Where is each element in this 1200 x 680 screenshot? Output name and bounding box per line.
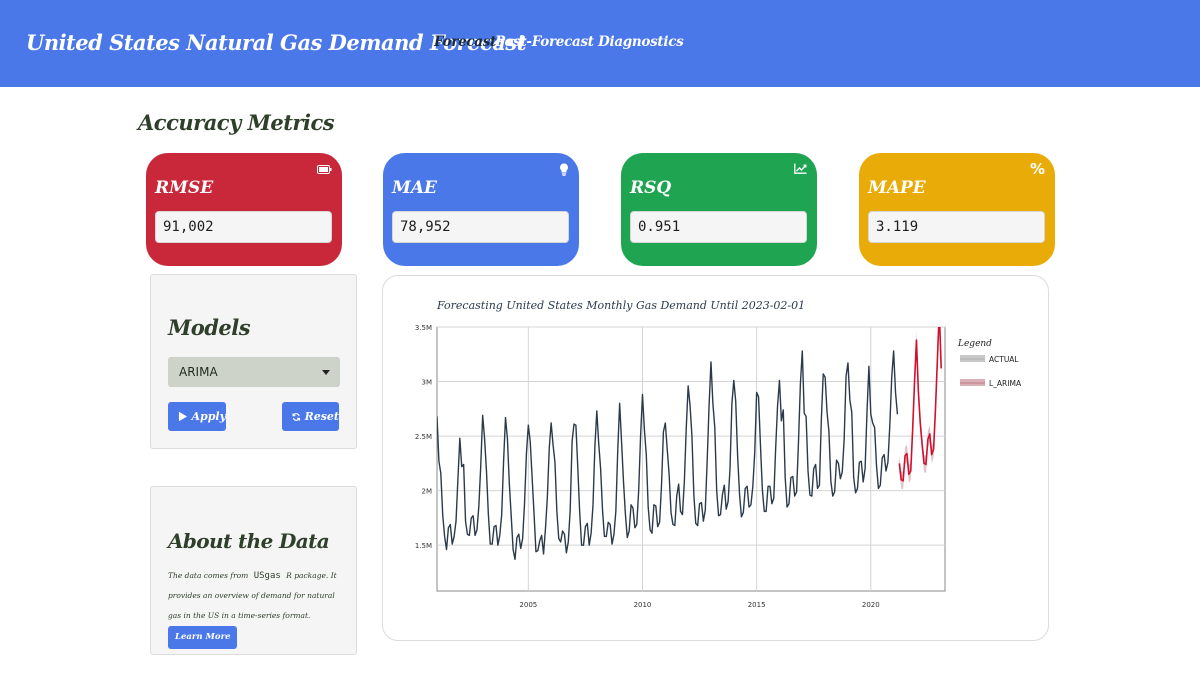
chart-line-icon [794,163,807,178]
percent-icon: % [1029,160,1045,178]
metric-label: MAE [392,178,437,198]
models-heading: Models [168,315,251,340]
apply-button[interactable]: Apply [168,402,226,431]
models-panel: Models ARIMA Apply Reset [150,274,357,449]
legend-title: Legend [957,339,992,349]
y-tick-label: 2.5M [415,433,432,441]
legend-label: L_ARIMA [989,379,1022,388]
package-name: USgas [253,571,281,581]
about-text-before: The data comes from [168,571,249,580]
x-tick-label: 2005 [519,601,537,609]
play-icon [178,411,188,422]
y-tick-label: 3M [422,379,433,387]
apply-button-label: Apply [191,410,227,423]
metric-card-mape: % MAPE 3.119 [859,153,1055,266]
y-tick-label: 3.5M [415,324,432,332]
chevron-down-icon [322,370,330,375]
forecast-chart-card: Forecasting United States Monthly Gas De… [382,275,1049,641]
metric-label: RSQ [630,178,672,198]
metric-card-rmse: RMSE 91,002 [146,153,342,266]
learn-more-button[interactable]: Learn More [168,626,238,649]
metric-label: RMSE [155,178,214,198]
forecast-chart: 2005 2010 2015 2020 1.5M 2M 2.5M 3M 3.5M Legend AC… [415,324,1022,609]
about-panel: About the Data The data comes from USgas… [150,486,357,655]
navbar: United States Natural Gas Demand Forecas… [0,0,1200,87]
metric-card-mae: MAE 78,952 [383,153,579,266]
model-select[interactable]: ARIMA [168,357,340,387]
reset-button[interactable]: Reset [282,402,339,431]
refresh-icon [292,412,301,421]
about-text: The data comes from USgas R package. It … [168,566,343,649]
model-select-value: ARIMA [179,365,218,379]
metric-value-rmse[interactable]: 91,002 [155,211,332,243]
y-tick-label: 1.5M [415,542,432,550]
accuracy-metrics-heading: Accuracy Metrics [138,110,335,135]
metric-card-rsq: RSQ 0.951 [621,153,817,266]
metric-label: MAPE [868,178,926,198]
about-heading: About the Data [168,529,330,553]
nav-forecast[interactable]: Forecast [434,34,496,50]
nav-post-forecast-diagnostics[interactable]: Post-Forecast Diagnostics [495,34,684,50]
x-tick-label: 2015 [748,601,766,609]
legend-label: ACTUAL [989,355,1019,364]
x-tick-label: 2010 [634,601,652,609]
y-tick-label: 2M [422,488,433,496]
reset-button-label: Reset [304,410,339,423]
lightbulb-icon [559,163,569,180]
metric-value-mape[interactable]: 3.119 [868,211,1045,243]
x-tick-label: 2020 [862,601,880,609]
metric-value-mae[interactable]: 78,952 [392,211,569,243]
metric-value-rsq[interactable]: 0.951 [630,211,807,243]
battery-icon [317,163,332,178]
